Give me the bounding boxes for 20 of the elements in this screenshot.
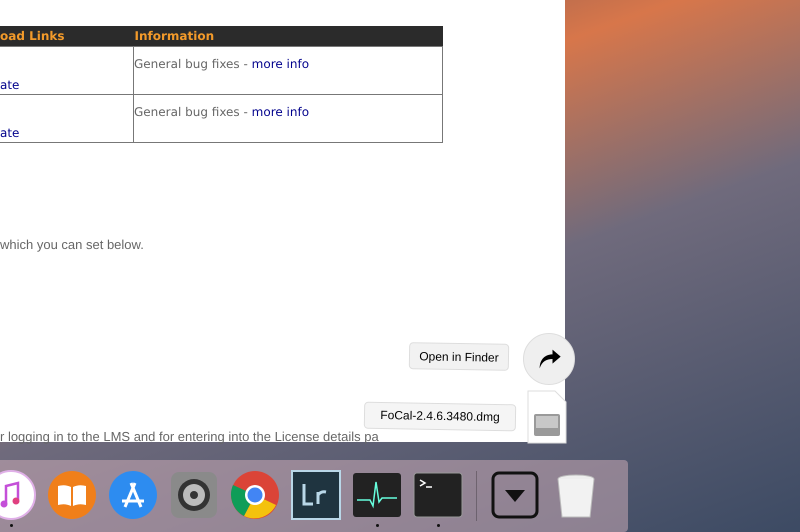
terminal-icon[interactable] [413,470,463,520]
more-info-link[interactable]: more info [252,57,310,71]
open-in-finder-button[interactable]: Open in Finder [408,342,510,371]
lr-app-icon[interactable] [291,470,341,520]
paragraph-text: r logging in to the LMS and for entering into the License details pa [0,429,380,444]
music-note-icon[interactable] [0,470,36,520]
more-info-link[interactable]: more info [252,105,310,119]
gear-icon[interactable] [169,470,219,520]
download-link[interactable]: ate [0,126,20,140]
info-text: General bug fixes - more info [134,57,310,71]
disk-image-file-icon[interactable] [527,390,567,444]
info-text: General bug fixes - more info [134,105,310,119]
column-header: oad Links [0,26,134,46]
column-header: Information [134,26,442,46]
paragraph-text: which you can set below. [0,237,145,252]
book-icon[interactable] [47,470,97,520]
browser-icon[interactable] [230,470,280,520]
file-name-label: FoCal-2.4.6.3480.dmg [364,402,516,432]
download-link[interactable]: ate [0,78,20,92]
app-store-icon[interactable] [108,470,158,520]
